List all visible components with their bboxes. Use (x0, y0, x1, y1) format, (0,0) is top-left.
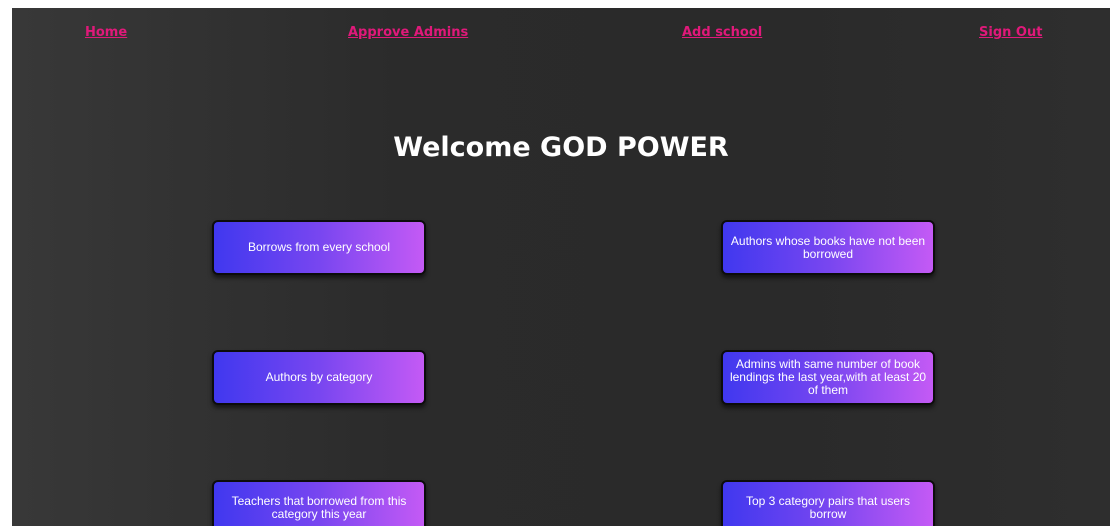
authors-by-category-button[interactable]: Authors by category (212, 350, 426, 405)
teachers-borrowed-category-button[interactable]: Teachers that borrowed from this categor… (212, 480, 426, 526)
nav-add-school-link[interactable]: Add school (682, 25, 762, 40)
nav-sign-out-link[interactable]: Sign Out (979, 25, 1042, 40)
page-frame: Home Approve Admins Add school Sign Out … (12, 8, 1110, 526)
top-category-pairs-button[interactable]: Top 3 category pairs that users borrow (721, 480, 935, 526)
authors-not-borrowed-button[interactable]: Authors whose books have not been borrow… (721, 220, 935, 275)
nav-approve-admins-link[interactable]: Approve Admins (348, 25, 468, 40)
borrows-from-every-school-button[interactable]: Borrows from every school (212, 220, 426, 275)
top-nav: Home Approve Admins Add school Sign Out (12, 8, 1110, 58)
admins-same-lendings-button[interactable]: Admins with same number of book lendings… (721, 350, 935, 405)
page-title: Welcome GOD POWER (393, 132, 729, 163)
nav-home-link[interactable]: Home (85, 25, 127, 40)
